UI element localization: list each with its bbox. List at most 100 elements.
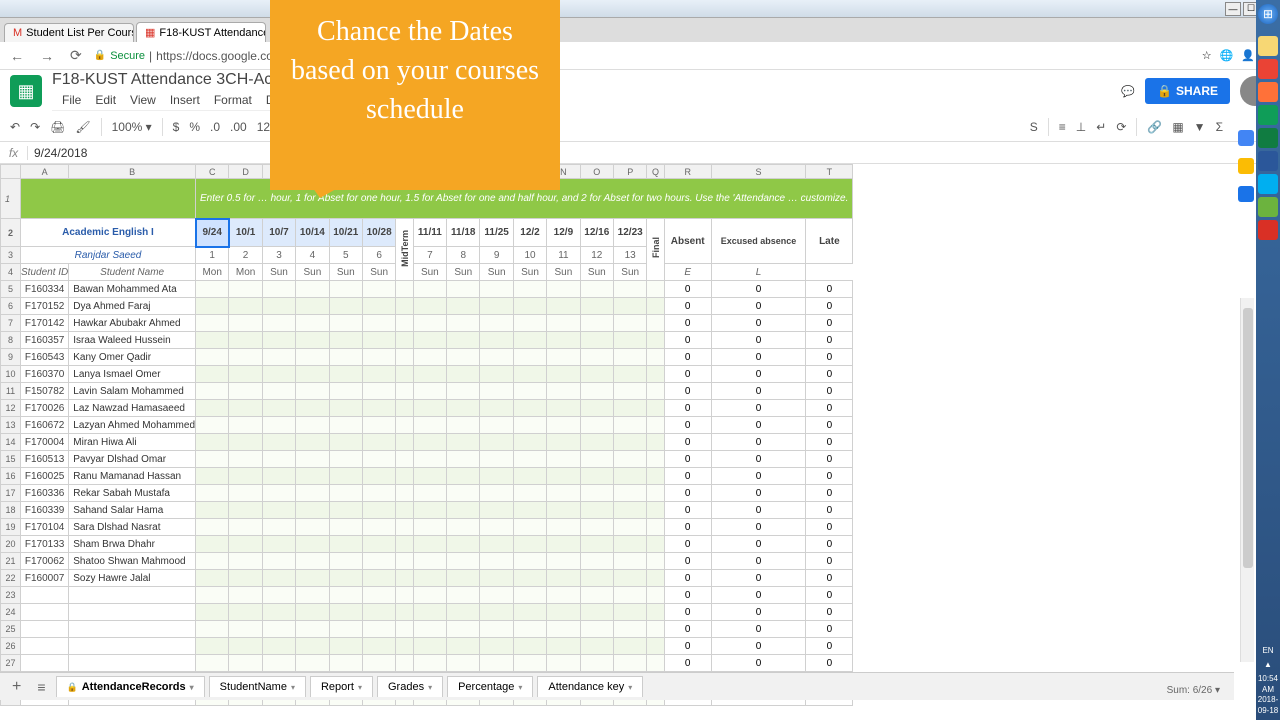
excused-total[interactable]: 0 bbox=[711, 655, 806, 672]
attendance-cell[interactable] bbox=[296, 587, 329, 604]
calendar-icon[interactable] bbox=[1238, 130, 1254, 146]
attendance-cell[interactable] bbox=[413, 451, 446, 468]
date-cell[interactable]: 9/24 bbox=[196, 219, 229, 247]
absent-total[interactable]: 0 bbox=[664, 349, 711, 366]
col-header-Q[interactable]: Q bbox=[647, 165, 664, 179]
attendance-cell[interactable] bbox=[447, 485, 480, 502]
final-cell[interactable] bbox=[647, 519, 664, 536]
final-cell[interactable] bbox=[647, 417, 664, 434]
final-cell[interactable] bbox=[647, 587, 664, 604]
attendance-cell[interactable] bbox=[547, 485, 580, 502]
attendance-cell[interactable] bbox=[547, 638, 580, 655]
attendance-cell[interactable] bbox=[262, 655, 295, 672]
attendance-cell[interactable] bbox=[262, 570, 295, 587]
sheet-tab-menu-icon[interactable]: ▾ bbox=[518, 683, 522, 692]
student-name[interactable]: Kany Omer Qadir bbox=[69, 349, 196, 366]
session-num[interactable]: 12 bbox=[580, 247, 613, 264]
attendance-cell[interactable] bbox=[413, 468, 446, 485]
student-name[interactable]: Pavyar Dlshad Omar bbox=[69, 451, 196, 468]
midterm-cell[interactable] bbox=[396, 366, 413, 383]
midterm-cell[interactable] bbox=[396, 587, 413, 604]
print-button[interactable]: 🖨 bbox=[50, 120, 65, 134]
attendance-cell[interactable] bbox=[447, 638, 480, 655]
student-id[interactable]: F170104 bbox=[21, 519, 69, 536]
sheet-tab-1[interactable]: StudentName▾ bbox=[209, 676, 306, 697]
date-cell[interactable]: 11/18 bbox=[447, 219, 480, 247]
explorer-icon[interactable] bbox=[1258, 36, 1278, 56]
attendance-cell[interactable] bbox=[480, 281, 513, 298]
attendance-cell[interactable] bbox=[447, 298, 480, 315]
student-name[interactable]: Lazyan Ahmed Mohammed bbox=[69, 417, 196, 434]
session-num[interactable]: 8 bbox=[447, 247, 480, 264]
student-id[interactable]: F170142 bbox=[21, 315, 69, 332]
empty-cell[interactable] bbox=[69, 638, 196, 655]
attendance-cell[interactable] bbox=[262, 298, 295, 315]
student-name[interactable]: Rekar Sabah Mustafa bbox=[69, 485, 196, 502]
attendance-cell[interactable] bbox=[547, 400, 580, 417]
col-header-S[interactable]: S bbox=[711, 165, 806, 179]
col-header-P[interactable]: P bbox=[614, 165, 647, 179]
attendance-cell[interactable] bbox=[262, 621, 295, 638]
day-cell[interactable]: Mon bbox=[229, 264, 262, 281]
attendance-cell[interactable] bbox=[262, 400, 295, 417]
attendance-cell[interactable] bbox=[447, 553, 480, 570]
col-header-B[interactable]: B bbox=[69, 165, 196, 179]
student-name[interactable]: Sara Dlshad Nasrat bbox=[69, 519, 196, 536]
attendance-cell[interactable] bbox=[229, 553, 262, 570]
attendance-cell[interactable] bbox=[413, 400, 446, 417]
attendance-cell[interactable] bbox=[196, 621, 229, 638]
attendance-cell[interactable] bbox=[229, 298, 262, 315]
attendance-cell[interactable] bbox=[296, 502, 329, 519]
attendance-cell[interactable] bbox=[413, 366, 446, 383]
date-cell[interactable]: 10/14 bbox=[296, 219, 329, 247]
empty-cell[interactable] bbox=[69, 655, 196, 672]
attendance-cell[interactable] bbox=[262, 468, 295, 485]
attendance-cell[interactable] bbox=[580, 281, 613, 298]
student-id[interactable]: F170152 bbox=[21, 298, 69, 315]
attendance-cell[interactable] bbox=[329, 383, 362, 400]
attendance-cell[interactable] bbox=[229, 434, 262, 451]
sheet-tab-menu-icon[interactable]: ▾ bbox=[190, 683, 194, 692]
late-total[interactable]: 0 bbox=[806, 621, 853, 638]
attendance-cell[interactable] bbox=[296, 451, 329, 468]
attendance-cell[interactable] bbox=[614, 383, 647, 400]
student-id[interactable]: F160357 bbox=[21, 332, 69, 349]
late-total[interactable]: 0 bbox=[806, 655, 853, 672]
row-header-11[interactable]: 11 bbox=[1, 383, 21, 400]
midterm-header[interactable]: MidTerm bbox=[396, 219, 413, 281]
excused-total[interactable]: 0 bbox=[711, 502, 806, 519]
translate-icon[interactable]: 🌐 bbox=[1220, 49, 1234, 62]
paint-format-button[interactable]: 🖌 bbox=[75, 120, 90, 134]
tray-expand-icon[interactable]: ▲ bbox=[1256, 660, 1280, 670]
student-name[interactable]: Shatoo Shwan Mahmood bbox=[69, 553, 196, 570]
attendance-cell[interactable] bbox=[362, 587, 395, 604]
midterm-cell[interactable] bbox=[396, 451, 413, 468]
sheet-tab-menu-icon[interactable]: ▾ bbox=[358, 683, 362, 692]
attendance-cell[interactable] bbox=[447, 281, 480, 298]
attendance-cell[interactable] bbox=[513, 383, 546, 400]
attendance-cell[interactable] bbox=[614, 587, 647, 604]
dec-decrease-button[interactable]: .0 bbox=[210, 120, 220, 134]
attendance-cell[interactable] bbox=[580, 638, 613, 655]
attendance-cell[interactable] bbox=[580, 349, 613, 366]
attendance-cell[interactable] bbox=[447, 383, 480, 400]
row-header-15[interactable]: 15 bbox=[1, 451, 21, 468]
attendance-cell[interactable] bbox=[547, 451, 580, 468]
late-total[interactable]: 0 bbox=[806, 587, 853, 604]
late-total[interactable]: 0 bbox=[806, 604, 853, 621]
attendance-cell[interactable] bbox=[580, 298, 613, 315]
late-total[interactable]: 0 bbox=[806, 553, 853, 570]
attendance-cell[interactable] bbox=[196, 485, 229, 502]
attendance-cell[interactable] bbox=[229, 587, 262, 604]
final-cell[interactable] bbox=[647, 655, 664, 672]
day-cell[interactable]: Sun bbox=[547, 264, 580, 281]
col-header-R[interactable]: R bbox=[664, 165, 711, 179]
late-total[interactable]: 0 bbox=[806, 383, 853, 400]
empty-cell[interactable] bbox=[69, 604, 196, 621]
attendance-cell[interactable] bbox=[229, 638, 262, 655]
absent-total[interactable]: 0 bbox=[664, 638, 711, 655]
attendance-cell[interactable] bbox=[262, 553, 295, 570]
course-name[interactable]: Academic English I bbox=[21, 219, 196, 247]
attendance-cell[interactable] bbox=[262, 434, 295, 451]
attendance-cell[interactable] bbox=[513, 332, 546, 349]
